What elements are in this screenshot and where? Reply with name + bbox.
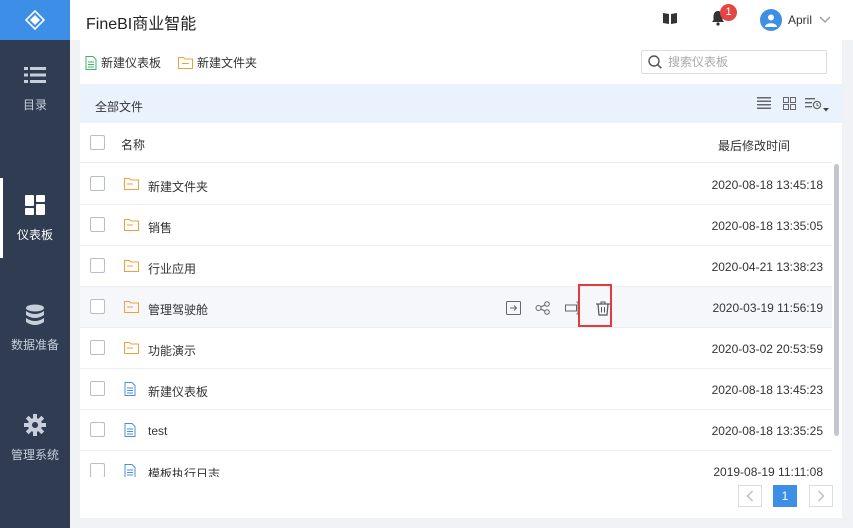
folder-icon	[124, 219, 139, 231]
table-row[interactable]: 管理驾驶舱 2020-03-19 11:56:19	[80, 287, 832, 328]
table-row[interactable]: test 2020-08-18 13:35:25	[80, 410, 832, 451]
row-name: 功能演示	[148, 344, 197, 358]
folder-icon	[124, 178, 139, 190]
share-icon[interactable]	[528, 299, 558, 317]
chevron-left-icon	[746, 490, 753, 502]
app-title: FineBI商业智能	[86, 16, 197, 33]
top-bar: FineBI商业智能 1 April	[70, 0, 853, 40]
row-modified: 2020-08-18 13:45:18	[711, 178, 823, 192]
new-folder-button[interactable]: 新建文件夹	[178, 54, 257, 71]
content-panel: 新建仪表板 新建文件夹 全部文件	[80, 40, 842, 518]
user-icon	[765, 14, 777, 27]
row-checkbox[interactable]	[90, 176, 105, 191]
sidebar-item-label: 管理系统	[10, 447, 59, 462]
dashboard-icon	[24, 194, 46, 216]
sidebar-item-data-prep[interactable]: 数据准备	[0, 288, 70, 368]
new-dashboard-button[interactable]: 新建仪表板	[85, 54, 161, 71]
file-list: 新建文件夹 2020-08-18 13:45:18 销售 2020-08-18 …	[80, 164, 832, 477]
column-header-name[interactable]: 名称	[121, 136, 145, 153]
sidebar: 目录 仪表板 数据准备 管理系统	[0, 0, 70, 528]
row-checkbox[interactable]	[90, 463, 105, 477]
next-page-button[interactable]	[809, 485, 833, 507]
page-number-button[interactable]: 1	[773, 485, 797, 507]
list-scrollbar[interactable]	[833, 164, 840, 477]
delete-highlight-box	[578, 284, 612, 327]
table-row[interactable]: 销售 2020-08-18 13:35:05	[80, 205, 832, 246]
logo-icon	[25, 10, 45, 30]
row-modified: 2020-08-18 13:45:23	[711, 383, 823, 397]
row-checkbox[interactable]	[90, 217, 105, 232]
dashboard-file-icon	[124, 464, 136, 477]
table-row[interactable]: 模板执行日志 2019-08-19 11:11:08	[80, 451, 832, 477]
sidebar-item-admin[interactable]: 管理系统	[0, 398, 70, 478]
row-name: 销售	[148, 221, 173, 235]
folder-icon	[124, 260, 139, 272]
sort-by-time-icon[interactable]	[805, 97, 831, 116]
prev-page-button[interactable]	[738, 485, 762, 507]
row-modified: 2020-08-18 13:35:05	[711, 219, 823, 233]
new-folder-icon	[178, 57, 193, 69]
move-to-icon[interactable]	[498, 299, 528, 317]
chevron-right-icon	[818, 490, 825, 502]
table-row[interactable]: 行业应用 2020-04-21 13:38:23	[80, 246, 832, 287]
table-row[interactable]: 新建文件夹 2020-08-18 13:45:18	[80, 164, 832, 205]
search-box	[641, 50, 827, 74]
help-book-icon[interactable]	[663, 11, 677, 28]
breadcrumb[interactable]: 全部文件	[95, 98, 143, 115]
row-modified: 2020-03-19 11:56:19	[712, 301, 823, 315]
sidebar-item-catalog[interactable]: 目录	[0, 48, 70, 128]
row-name: 新建仪表板	[148, 385, 209, 399]
search-input[interactable]	[668, 55, 818, 69]
database-icon	[24, 304, 46, 326]
dashboard-file-icon	[124, 382, 136, 396]
row-checkbox[interactable]	[90, 381, 105, 396]
row-modified: 2019-08-19 11:11:08	[713, 465, 823, 477]
row-checkbox[interactable]	[90, 422, 105, 437]
table-row[interactable]: 新建仪表板 2020-08-18 13:45:23	[80, 369, 832, 410]
new-dashboard-icon	[85, 55, 97, 70]
sidebar-item-dashboard[interactable]: 仪表板	[0, 178, 70, 258]
scrollbar-thumb[interactable]	[834, 164, 839, 436]
sidebar-item-label: 数据准备	[10, 337, 59, 352]
row-name: 模板执行日志	[148, 467, 221, 477]
table-header: 名称 最后修改时间	[80, 123, 832, 163]
row-checkbox[interactable]	[90, 340, 105, 355]
table-row[interactable]: 功能演示 2020-03-02 20:53:59	[80, 328, 832, 369]
dashboard-file-icon	[124, 423, 136, 437]
row-checkbox[interactable]	[90, 258, 105, 273]
list-view-icon[interactable]	[757, 97, 771, 112]
sidebar-item-label: 仪表板	[16, 227, 53, 242]
row-name: test	[148, 424, 168, 438]
row-modified: 2020-04-21 13:38:23	[711, 260, 823, 274]
row-name: 新建文件夹	[148, 180, 209, 194]
search-icon	[648, 55, 662, 69]
sidebar-item-label: 目录	[22, 97, 47, 112]
app-logo[interactable]	[0, 0, 70, 40]
new-folder-label: 新建文件夹	[197, 56, 258, 70]
row-checkbox[interactable]	[90, 299, 105, 314]
user-name[interactable]: April	[788, 13, 812, 27]
select-all-checkbox[interactable]	[90, 135, 105, 150]
row-modified: 2020-08-18 13:35:25	[711, 424, 823, 438]
chevron-down-icon[interactable]	[819, 13, 831, 28]
new-dashboard-label: 新建仪表板	[101, 56, 162, 70]
avatar[interactable]	[760, 9, 782, 31]
row-name: 行业应用	[148, 262, 197, 276]
folder-icon	[124, 342, 139, 354]
folder-icon	[124, 301, 139, 313]
list-header-bar: 全部文件	[80, 84, 842, 123]
notification-badge: 1	[720, 4, 737, 21]
row-name: 管理驾驶舱	[148, 303, 209, 317]
gear-icon	[24, 413, 46, 436]
column-header-modified[interactable]: 最后修改时间	[718, 137, 790, 154]
grid-view-icon[interactable]	[783, 97, 796, 113]
list-icon	[24, 64, 46, 86]
row-modified: 2020-03-02 20:53:59	[711, 342, 823, 356]
